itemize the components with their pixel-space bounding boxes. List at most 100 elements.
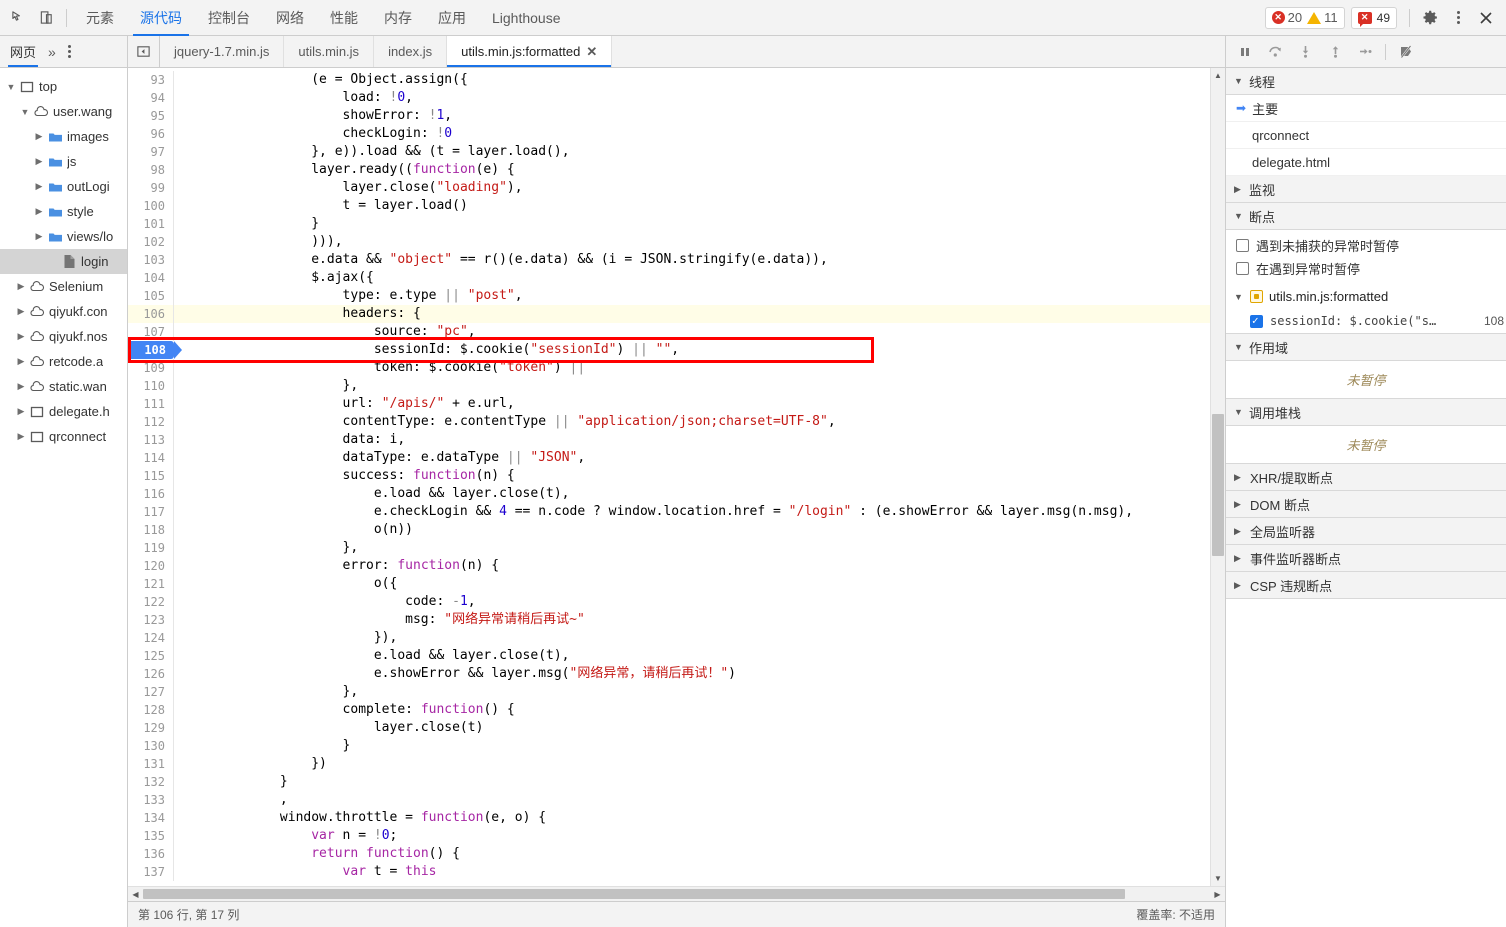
checkbox-icon[interactable] — [1236, 262, 1249, 275]
line-number[interactable]: 97 — [128, 143, 174, 161]
line-number[interactable]: 122 — [128, 593, 174, 611]
line-number[interactable]: 113 — [128, 431, 174, 449]
code-line[interactable]: 94 load: !0, — [128, 89, 1210, 107]
thread-item-main[interactable]: ➡ 主要 — [1226, 95, 1506, 122]
line-number[interactable]: 96 — [128, 125, 174, 143]
pause-on-exceptions-checkbox[interactable]: 在遇到异常时暂停 — [1226, 257, 1506, 280]
line-number[interactable]: 118 — [128, 521, 174, 539]
tree-row-login[interactable]: login — [0, 249, 127, 274]
line-number[interactable]: 119 — [128, 539, 174, 557]
step-into-button[interactable] — [1290, 38, 1320, 66]
twisty-icon[interactable]: ▼ — [1234, 342, 1244, 352]
line-number[interactable]: 95 — [128, 107, 174, 125]
deactivate-breakpoints-button[interactable] — [1391, 38, 1421, 66]
line-number[interactable]: 106 — [128, 305, 174, 323]
tree-row[interactable]: ▶ js — [0, 149, 127, 174]
close-icon[interactable] — [1472, 4, 1500, 32]
tree-row[interactable]: ▼ top — [0, 74, 127, 99]
twisty-icon[interactable]: ▼ — [1234, 292, 1244, 302]
tree-row[interactable]: ▼ user.wang — [0, 99, 127, 124]
scroll-left-arrow-icon[interactable]: ◀ — [128, 890, 143, 899]
editor-horizontal-scrollbar[interactable]: ◀ ▶ — [128, 886, 1225, 901]
line-number[interactable]: 126 — [128, 665, 174, 683]
line-number[interactable]: 110 — [128, 377, 174, 395]
tab-lighthouse[interactable]: Lighthouse — [479, 0, 574, 36]
step-over-button[interactable] — [1260, 38, 1290, 66]
line-number[interactable]: 94 — [128, 89, 174, 107]
tab-sources[interactable]: 源代码 — [127, 0, 195, 36]
tree-row[interactable]: ▶ static.wan — [0, 374, 127, 399]
line-number[interactable]: 104 — [128, 269, 174, 287]
code-line[interactable]: 134 window.throttle = function(e, o) { — [128, 809, 1210, 827]
error-badge[interactable]: ✕ 20 — [1271, 10, 1302, 25]
twisty-icon[interactable]: ▶ — [14, 356, 28, 367]
line-number[interactable]: 109 — [128, 359, 174, 377]
twisty-icon[interactable]: ▶ — [14, 381, 28, 392]
twisty-icon[interactable]: ▶ — [32, 206, 46, 217]
gear-icon[interactable] — [1416, 4, 1444, 32]
pause-on-uncaught-exceptions-checkbox[interactable]: 遇到未捕获的异常时暂停 — [1226, 234, 1506, 257]
checkbox-icon[interactable] — [1250, 314, 1263, 328]
twisty-icon[interactable]: ▼ — [1234, 76, 1244, 86]
tab-memory[interactable]: 内存 — [371, 0, 425, 36]
line-number[interactable]: 137 — [128, 863, 174, 881]
tree-row[interactable]: ▶ style — [0, 199, 127, 224]
code-line[interactable]: 112 contentType: e.contentType || "appli… — [128, 413, 1210, 431]
code-line[interactable]: 111 url: "/apis/" + e.url, — [128, 395, 1210, 413]
navigator-tab-page[interactable]: 网页 — [8, 36, 39, 67]
twisty-icon[interactable]: ▶ — [14, 306, 28, 317]
tree-row[interactable]: ▶ qiyukf.nos — [0, 324, 127, 349]
code-line[interactable]: 123 msg: "网络异常请稍后再试~" — [128, 611, 1210, 629]
twisty-icon[interactable]: ▶ — [1234, 553, 1244, 564]
editor-vertical-scrollbar[interactable]: ▲ ▼ — [1210, 68, 1225, 886]
twisty-icon[interactable]: ▼ — [4, 82, 18, 92]
twisty-icon[interactable]: ▶ — [1234, 472, 1244, 483]
section-breakpoints[interactable]: ▼ 断点 — [1226, 203, 1506, 230]
pause-resume-button[interactable] — [1230, 38, 1260, 66]
scroll-down-arrow-icon[interactable]: ▼ — [1211, 871, 1225, 886]
code-line[interactable]: 101 } — [128, 215, 1210, 233]
line-number[interactable]: 130 — [128, 737, 174, 755]
code-line[interactable]: 104 $.ajax({ — [128, 269, 1210, 287]
vertical-scroll-thumb[interactable] — [1212, 413, 1224, 556]
section-event-listener-breakpoints[interactable]: ▶ 事件监听器断点 — [1226, 545, 1506, 572]
line-number[interactable]: 111 — [128, 395, 174, 413]
tree-row[interactable]: ▶ delegate.h — [0, 399, 127, 424]
line-number[interactable]: 101 — [128, 215, 174, 233]
tree-row[interactable]: ▶ retcode.a — [0, 349, 127, 374]
close-icon[interactable]: ✕ — [586, 44, 597, 60]
line-number[interactable]: 123 — [128, 611, 174, 629]
line-number[interactable]: 105 — [128, 287, 174, 305]
section-xhr-breakpoints[interactable]: ▶ XHR/提取断点 — [1226, 464, 1506, 491]
tree-row[interactable]: ▶ qiyukf.con — [0, 299, 127, 324]
code-line[interactable]: 130 } — [128, 737, 1210, 755]
issues-badge-group[interactable]: ✕ 20 11 — [1264, 6, 1345, 29]
code-content[interactable]: 93 (e = Object.assign({94 load: !0, 95 sh… — [128, 68, 1210, 886]
twisty-icon[interactable]: ▼ — [1234, 407, 1244, 417]
section-csp-violation-breakpoints[interactable]: ▶ CSP 违规断点 — [1226, 572, 1506, 599]
twisty-icon[interactable]: ▶ — [14, 281, 28, 292]
twisty-icon[interactable]: ▶ — [32, 231, 46, 242]
code-line[interactable]: 115 success: function(n) { — [128, 467, 1210, 485]
tree-row[interactable]: ▶ views/lo — [0, 224, 127, 249]
line-number[interactable]: 120 — [128, 557, 174, 575]
code-line[interactable]: 122 code: -1, — [128, 593, 1210, 611]
section-dom-breakpoints[interactable]: ▶ DOM 断点 — [1226, 491, 1506, 518]
line-number[interactable]: 116 — [128, 485, 174, 503]
step-out-button[interactable] — [1320, 38, 1350, 66]
line-number[interactable]: 133 — [128, 791, 174, 809]
code-line[interactable]: 131 }) — [128, 755, 1210, 773]
section-threads[interactable]: ▼ 线程 — [1226, 68, 1506, 95]
line-number[interactable]: 102 — [128, 233, 174, 251]
file-tab-index[interactable]: index.js — [374, 36, 448, 67]
code-line[interactable]: 135 var n = !0; — [128, 827, 1210, 845]
tab-console[interactable]: 控制台 — [195, 0, 263, 36]
twisty-icon[interactable]: ▶ — [14, 406, 28, 417]
section-scope[interactable]: ▼ 作用域 — [1226, 334, 1506, 361]
toggle-navigator-icon[interactable] — [128, 36, 160, 67]
line-number[interactable]: 103 — [128, 251, 174, 269]
code-line[interactable]: 116 e.load && layer.close(t), — [128, 485, 1210, 503]
code-line[interactable]: 133 , — [128, 791, 1210, 809]
code-line[interactable]: 95 showError: !1, — [128, 107, 1210, 125]
tree-row[interactable]: ▶ qrconnect — [0, 424, 127, 449]
